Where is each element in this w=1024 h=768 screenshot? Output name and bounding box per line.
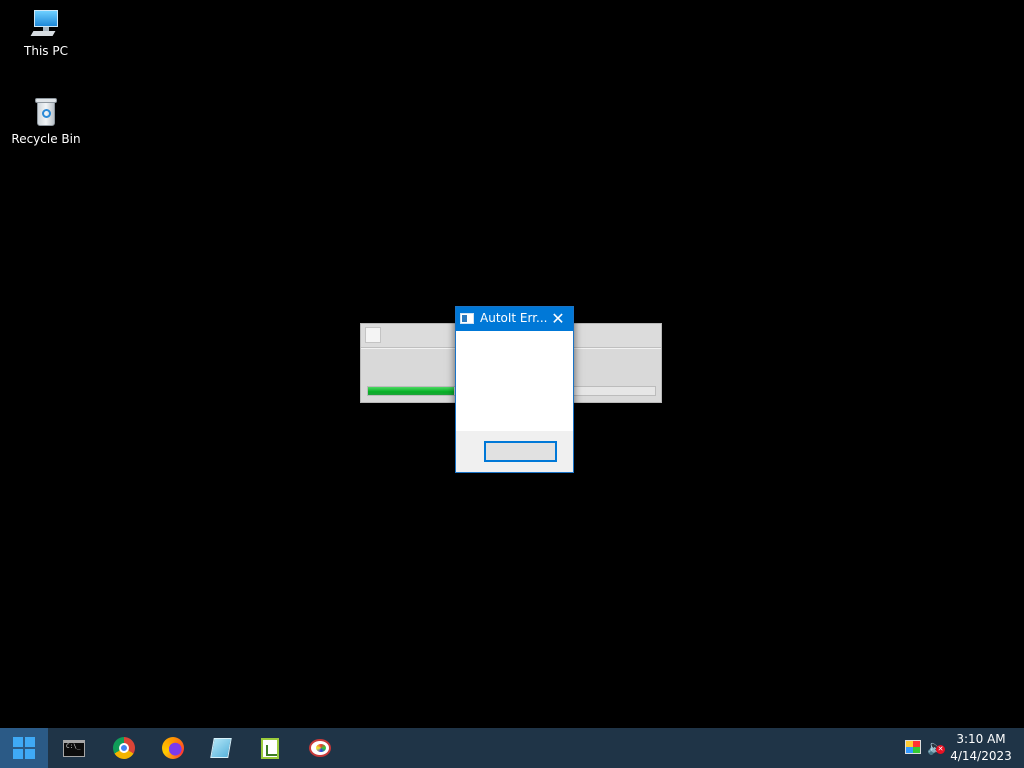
desktop-icon-label: Recycle Bin [11, 132, 81, 146]
taskbar-command-prompt[interactable]: C:\_ [50, 728, 98, 768]
dialog-button-bar [456, 431, 573, 472]
taskbar-chrome[interactable] [100, 728, 148, 768]
clock[interactable]: 3:10 AM 4/14/2023 [950, 731, 1012, 765]
app-icon [365, 327, 381, 343]
recycle-bin-icon [30, 96, 62, 128]
close-button[interactable]: ✕ [543, 307, 573, 331]
clock-time: 3:10 AM [956, 732, 1006, 746]
clock-date: 4/14/2023 [950, 749, 1012, 763]
windows-logo-icon [13, 737, 35, 759]
taskbar-firefox[interactable] [149, 728, 197, 768]
desktop-icon-label: This PC [24, 44, 68, 58]
dialog-title: AutoIt Err... [480, 311, 548, 325]
dialog-message-area [456, 331, 573, 431]
desktop-icon-this-pc[interactable]: This PC [8, 8, 84, 58]
color-profile-icon[interactable] [905, 740, 921, 754]
notepad-icon [210, 738, 232, 758]
ok-button[interactable] [484, 441, 557, 462]
progress-bar-fill [368, 387, 455, 395]
desktop: This PC Recycle Bin AutoIt Err... ✕ [0, 0, 1024, 728]
desktop-icon-recycle-bin[interactable]: Recycle Bin [8, 96, 84, 146]
taskbar-paint[interactable] [296, 728, 344, 768]
command-prompt-icon: C:\_ [63, 739, 85, 757]
this-pc-icon [30, 8, 62, 40]
spreadsheet-icon [261, 737, 279, 759]
taskbar: C:\_ [0, 728, 1024, 768]
paint-icon [309, 739, 331, 757]
dialog-titlebar[interactable]: AutoIt Err... ✕ [456, 307, 573, 331]
start-button[interactable] [0, 728, 48, 768]
volume-muted-icon[interactable]: 🔈✕ [927, 739, 947, 757]
taskbar-notepad[interactable] [197, 728, 245, 768]
taskbar-spreadsheet[interactable] [246, 728, 294, 768]
autoit-error-dialog: AutoIt Err... ✕ [455, 306, 574, 473]
firefox-icon [162, 737, 184, 759]
window-icon [460, 313, 474, 324]
chrome-icon [113, 737, 135, 759]
